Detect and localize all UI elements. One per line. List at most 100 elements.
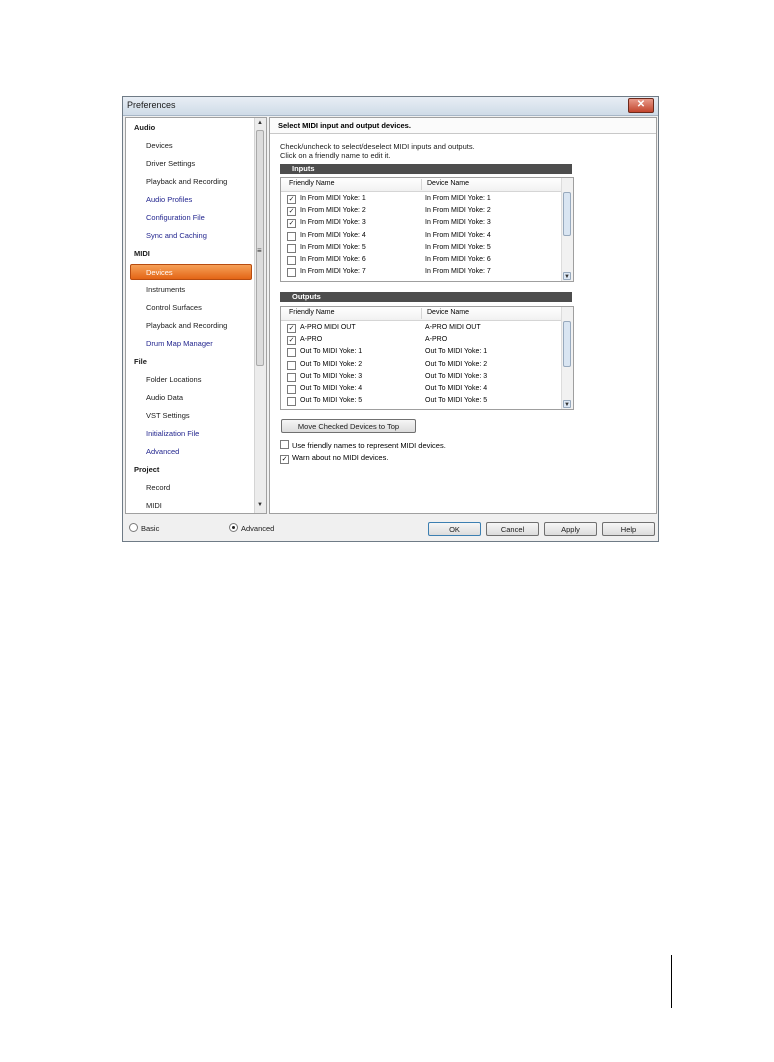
device-checkbox[interactable] [287, 243, 296, 253]
sidebar-item-control-surfaces[interactable]: Control Surfaces [126, 300, 256, 316]
sidebar-item-drum-map-manager[interactable]: Drum Map Manager [126, 336, 256, 352]
friendly-name-cell[interactable]: A-PRO MIDI OUT [300, 322, 356, 334]
output-device-row[interactable]: Out To MIDI Yoke: 2 Out To MIDI Yoke: 2 [281, 359, 561, 371]
sidebar-item-record[interactable]: Record [126, 480, 256, 496]
friendly-name-cell[interactable]: Out To MIDI Yoke: 3 [300, 371, 362, 383]
device-name-cell: Out To MIDI Yoke: 2 [425, 360, 488, 368]
input-device-row[interactable]: In From MIDI Yoke: 5 In From MIDI Yoke: 5 [281, 242, 561, 254]
friendly-name-cell[interactable]: In From MIDI Yoke: 5 [300, 242, 366, 254]
device-checkbox[interactable] [287, 268, 296, 278]
friendly-name-cell[interactable]: Out To MIDI Yoke: 1 [300, 346, 362, 358]
device-checkbox[interactable]: ✓ [287, 219, 296, 229]
sidebar-category-audio[interactable]: Audio [126, 120, 256, 136]
device-checkbox[interactable] [287, 360, 296, 370]
sidebar-item-instruments[interactable]: Instruments [126, 282, 256, 298]
sidebar-item-midi[interactable]: MIDI [126, 498, 256, 513]
friendly-name-cell[interactable]: A-PRO [300, 334, 322, 346]
basic-radio-dot[interactable] [129, 523, 138, 532]
device-checkbox[interactable]: ✓ [287, 324, 296, 333]
sidebar-item-audio-profiles[interactable]: Audio Profiles [126, 192, 256, 208]
cancel-button[interactable]: Cancel [486, 522, 539, 536]
panel-heading: Select MIDI input and output devices. [270, 118, 656, 134]
sidebar-item-vst-settings[interactable]: VST Settings [126, 408, 256, 424]
device-checkbox[interactable] [287, 231, 296, 241]
scroll-down-icon[interactable]: ▼ [563, 272, 571, 280]
advanced-radio[interactable]: Advanced [229, 523, 274, 533]
friendly-name-cell[interactable]: In From MIDI Yoke: 3 [300, 217, 366, 229]
input-device-row[interactable]: In From MIDI Yoke: 6 In From MIDI Yoke: 6 [281, 254, 561, 266]
apply-button[interactable]: Apply [544, 522, 597, 536]
friendly-name-cell[interactable]: Out To MIDI Yoke: 2 [300, 359, 362, 371]
move-checked-devices-button[interactable]: Move Checked Devices to Top [281, 419, 416, 433]
sidebar-item-devices[interactable]: Devices [126, 138, 256, 154]
help-button[interactable]: Help [602, 522, 655, 536]
outputs-scroll-thumb[interactable] [563, 321, 571, 367]
sidebar-item-audio-data[interactable]: Audio Data [126, 390, 256, 406]
scroll-up-icon[interactable]: ▲ [257, 120, 263, 126]
outputs-list: Friendly Name Device Name ✓ A-PRO MIDI OU… [280, 306, 574, 410]
column-header-friendly-name[interactable]: Friendly Name [289, 180, 335, 187]
sidebar-category-project[interactable]: Project [126, 462, 256, 478]
output-device-row[interactable]: ✓ A-PRO MIDI OUT A-PRO MIDI OUT [281, 322, 561, 334]
output-device-row[interactable]: ✓ A-PRO A-PRO [281, 334, 561, 346]
device-checkbox[interactable] [287, 397, 296, 407]
friendly-name-cell[interactable]: In From MIDI Yoke: 4 [300, 230, 366, 242]
scroll-down-icon[interactable]: ▼ [257, 502, 263, 508]
sidebar-item-advanced[interactable]: Advanced [126, 444, 256, 460]
input-device-row[interactable]: ✓ In From MIDI Yoke: 1 In From MIDI Yoke: … [281, 193, 561, 205]
friendly-name-cell[interactable]: In From MIDI Yoke: 6 [300, 254, 366, 266]
input-device-row[interactable]: ✓ In From MIDI Yoke: 2 In From MIDI Yoke: … [281, 205, 561, 217]
sidebar-item-playback-and-recording[interactable]: Playback and Recording [126, 318, 256, 334]
device-checkbox[interactable]: ✓ [287, 207, 296, 217]
device-checkbox[interactable] [287, 348, 296, 358]
friendly-name-cell[interactable]: Out To MIDI Yoke: 4 [300, 383, 362, 395]
sidebar-item-folder-locations[interactable]: Folder Locations [126, 372, 256, 388]
column-header-friendly-name[interactable]: Friendly Name [289, 309, 335, 316]
ok-button[interactable]: OK [428, 522, 481, 536]
instruction-line-1: Check/uncheck to select/deselect MIDI in… [280, 142, 475, 151]
window-title: Preferences [127, 100, 176, 110]
column-header-device-name[interactable]: Device Name [427, 309, 469, 316]
output-device-row[interactable]: Out To MIDI Yoke: 4 Out To MIDI Yoke: 4 [281, 383, 561, 395]
friendly-name-cell[interactable]: In From MIDI Yoke: 1 [300, 193, 366, 205]
basic-radio[interactable]: Basic [129, 523, 159, 533]
device-checkbox[interactable]: ✓ [287, 336, 296, 346]
output-device-row[interactable]: Out To MIDI Yoke: 3 Out To MIDI Yoke: 3 [281, 371, 561, 383]
advanced-radio-dot[interactable] [229, 523, 238, 532]
sidebar-item-devices[interactable]: Devices [130, 264, 252, 280]
device-checkbox[interactable] [287, 385, 296, 394]
device-checkbox[interactable]: ✓ [287, 195, 296, 204]
device-name-cell: In From MIDI Yoke: 5 [425, 243, 491, 251]
friendly-name-cell[interactable]: In From MIDI Yoke: 2 [300, 205, 366, 217]
device-name-cell: In From MIDI Yoke: 4 [425, 231, 491, 239]
scroll-down-icon[interactable]: ▼ [563, 400, 571, 408]
outputs-scrollbar[interactable]: ▼ [561, 307, 573, 409]
sidebar-item-configuration-file[interactable]: Configuration File [126, 210, 256, 226]
device-checkbox[interactable] [287, 372, 296, 382]
input-device-row[interactable]: In From MIDI Yoke: 4 In From MIDI Yoke: 4 [281, 230, 561, 242]
use-friendly-names-checkbox[interactable] [280, 440, 289, 449]
input-device-row[interactable]: In From MIDI Yoke: 7 In From MIDI Yoke: 7 [281, 266, 561, 278]
sidebar-item-playback-and-recording[interactable]: Playback and Recording [126, 174, 256, 190]
friendly-name-cell[interactable]: In From MIDI Yoke: 7 [300, 266, 366, 278]
friendly-name-cell[interactable]: Out To MIDI Yoke: 5 [300, 395, 362, 407]
sidebar-item-driver-settings[interactable]: Driver Settings [126, 156, 256, 172]
inputs-scrollbar[interactable]: ▼ [561, 178, 573, 281]
device-checkbox[interactable] [287, 256, 296, 265]
column-header-device-name[interactable]: Device Name [427, 180, 469, 187]
sidebar-category-midi[interactable]: MIDI [126, 246, 256, 262]
title-bar: Preferences ✕ [123, 97, 658, 116]
close-button[interactable]: ✕ [628, 98, 654, 113]
inputs-scroll-thumb[interactable] [563, 192, 571, 236]
warn-no-midi-checkbox[interactable]: ✓ [280, 455, 289, 464]
output-device-row[interactable]: Out To MIDI Yoke: 5 Out To MIDI Yoke: 5 [281, 395, 561, 407]
warn-no-midi-option[interactable]: ✓ Warn about no MIDI devices. [280, 453, 388, 464]
sidebar-scrollbar[interactable]: ▲ ≡ ▼ [254, 118, 266, 513]
sidebar-item-sync-and-caching[interactable]: Sync and Caching [126, 228, 256, 244]
sidebar-item-initialization-file[interactable]: Initialization File [126, 426, 256, 442]
input-device-row[interactable]: ✓ In From MIDI Yoke: 3 In From MIDI Yoke: … [281, 217, 561, 229]
output-device-row[interactable]: Out To MIDI Yoke: 1 Out To MIDI Yoke: 1 [281, 346, 561, 358]
sidebar-category-file[interactable]: File [126, 354, 256, 370]
use-friendly-names-option[interactable]: Use friendly names to represent MIDI dev… [280, 440, 446, 450]
device-name-cell: A-PRO MIDI OUT [425, 324, 481, 331]
